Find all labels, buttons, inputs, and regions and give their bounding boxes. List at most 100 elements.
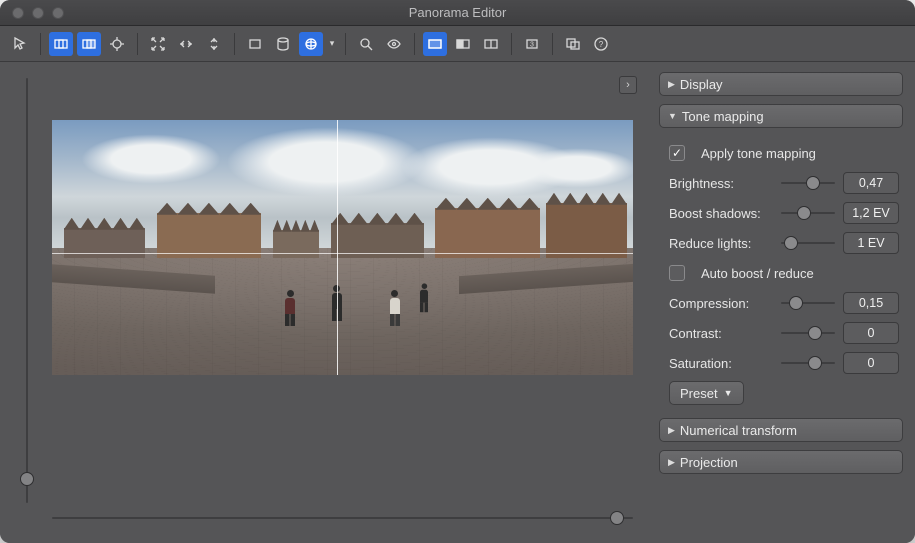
- brightness-slider[interactable]: [781, 176, 835, 190]
- boost-shadows-value[interactable]: 1,2 EV: [843, 202, 899, 224]
- overlap-select-b-icon[interactable]: [77, 32, 101, 56]
- horizon-guide-line: [52, 253, 633, 254]
- windows-icon[interactable]: [561, 32, 585, 56]
- contrast-value[interactable]: 0: [843, 322, 899, 344]
- apply-tone-checkbox[interactable]: [669, 145, 685, 161]
- help-icon[interactable]: ?: [589, 32, 613, 56]
- inspector-panel: ▶ Display ▼ Tone mapping Apply tone mapp…: [653, 62, 915, 543]
- window-controls: [0, 7, 64, 19]
- contract-vertical-icon[interactable]: [202, 32, 226, 56]
- zoom-icon[interactable]: [354, 32, 378, 56]
- compression-row: Compression: 0,15: [669, 288, 899, 318]
- panel-toggle-button[interactable]: ›: [619, 76, 637, 94]
- saturation-row: Saturation: 0: [669, 348, 899, 378]
- app-window: Panorama Editor ▾ 3 ?: [0, 0, 915, 543]
- contrast-thumb[interactable]: [808, 326, 822, 340]
- section-projection-header[interactable]: ▶ Projection: [659, 450, 903, 474]
- compression-slider[interactable]: [781, 296, 835, 310]
- center-target-icon[interactable]: [105, 32, 129, 56]
- chevron-right-icon: ▶: [668, 425, 675, 436]
- toolbar-separator: [345, 33, 346, 55]
- section-display-title: Display: [680, 77, 723, 92]
- boost-shadows-row: Boost shadows: 1,2 EV: [669, 198, 899, 228]
- svg-text:?: ?: [599, 40, 604, 49]
- panorama-canvas[interactable]: [52, 120, 633, 375]
- auto-boost-row: Auto boost / reduce: [669, 258, 899, 288]
- chevron-down-icon: ▼: [724, 388, 733, 398]
- saturation-thumb[interactable]: [808, 356, 822, 370]
- horizontal-offset-slider[interactable]: [52, 511, 633, 525]
- saturation-value[interactable]: 0: [843, 352, 899, 374]
- apply-tone-row: Apply tone mapping: [669, 138, 899, 168]
- close-window-button[interactable]: [12, 7, 24, 19]
- toolbar-separator: [40, 33, 41, 55]
- section-numerical-title: Numerical transform: [680, 423, 797, 438]
- overlap-select-a-icon[interactable]: [49, 32, 73, 56]
- boost-shadows-label: Boost shadows:: [669, 206, 773, 221]
- contrast-label: Contrast:: [669, 326, 773, 341]
- projection-rect-icon[interactable]: [243, 32, 267, 56]
- toolbar-separator: [552, 33, 553, 55]
- preset-button[interactable]: Preset ▼: [669, 381, 744, 405]
- vertical-offset-slider[interactable]: [20, 78, 34, 503]
- yaw-guide-line: [337, 120, 338, 375]
- reduce-lights-value[interactable]: 1 EV: [843, 232, 899, 254]
- toolbar-separator: [511, 33, 512, 55]
- brightness-value[interactable]: 0,47: [843, 172, 899, 194]
- titlebar: Panorama Editor: [0, 0, 915, 26]
- section-tone-title: Tone mapping: [682, 109, 764, 124]
- section-tone-header[interactable]: ▼ Tone mapping: [659, 104, 903, 128]
- expand-icon[interactable]: [146, 32, 170, 56]
- reduce-lights-row: Reduce lights: 1 EV: [669, 228, 899, 258]
- preset-row: Preset ▼: [669, 378, 899, 408]
- toolbar-separator: [234, 33, 235, 55]
- auto-boost-checkbox[interactable]: [669, 265, 685, 281]
- chevron-right-icon: ▶: [668, 457, 675, 468]
- body: ›: [0, 62, 915, 543]
- brightness-row: Brightness: 0,47: [669, 168, 899, 198]
- canvas-area: ›: [0, 62, 653, 543]
- contrast-row: Contrast: 0: [669, 318, 899, 348]
- section-display-header[interactable]: ▶ Display: [659, 72, 903, 96]
- reduce-lights-label: Reduce lights:: [669, 236, 773, 251]
- preset-label: Preset: [680, 386, 718, 401]
- compare-half-icon[interactable]: [479, 32, 503, 56]
- compression-thumb[interactable]: [789, 296, 803, 310]
- reduce-lights-slider[interactable]: [781, 236, 835, 250]
- toolbar-separator: [137, 33, 138, 55]
- projection-cylinder-icon[interactable]: [271, 32, 295, 56]
- saturation-label: Saturation:: [669, 356, 773, 371]
- toolbar: ▾ 3 ?: [0, 26, 915, 62]
- projection-sphere-icon[interactable]: [299, 32, 323, 56]
- preview-eye-icon[interactable]: [382, 32, 406, 56]
- projection-dropdown-icon[interactable]: ▾: [327, 38, 337, 49]
- pointer-tool-icon[interactable]: [8, 32, 32, 56]
- apply-tone-label: Apply tone mapping: [701, 146, 816, 161]
- auto-boost-label: Auto boost / reduce: [701, 266, 814, 281]
- section-numerical-header[interactable]: ▶ Numerical transform: [659, 418, 903, 442]
- svg-text:3: 3: [530, 41, 534, 48]
- contract-horizontal-icon[interactable]: [174, 32, 198, 56]
- section-tone-body: Apply tone mapping Brightness: 0,47 Boos…: [659, 136, 903, 418]
- compression-value[interactable]: 0,15: [843, 292, 899, 314]
- saturation-slider[interactable]: [781, 356, 835, 370]
- section-projection-title: Projection: [680, 455, 738, 470]
- chevron-right-icon: ▶: [668, 79, 675, 90]
- canvas-wrap: ›: [52, 78, 633, 495]
- brightness-thumb[interactable]: [806, 176, 820, 190]
- minimize-window-button[interactable]: [32, 7, 44, 19]
- chevron-down-icon: ▼: [668, 111, 677, 121]
- zoom-window-button[interactable]: [52, 7, 64, 19]
- reduce-lights-thumb[interactable]: [784, 236, 798, 250]
- boost-shadows-slider[interactable]: [781, 206, 835, 220]
- brightness-label: Brightness:: [669, 176, 773, 191]
- horizontal-slider-thumb[interactable]: [610, 511, 624, 525]
- compare-full-icon[interactable]: [423, 32, 447, 56]
- compare-split-icon[interactable]: [451, 32, 475, 56]
- grid-layout-icon[interactable]: 3: [520, 32, 544, 56]
- boost-shadows-thumb[interactable]: [797, 206, 811, 220]
- toolbar-separator: [414, 33, 415, 55]
- contrast-slider[interactable]: [781, 326, 835, 340]
- compression-label: Compression:: [669, 296, 773, 311]
- vertical-slider-thumb[interactable]: [20, 472, 34, 486]
